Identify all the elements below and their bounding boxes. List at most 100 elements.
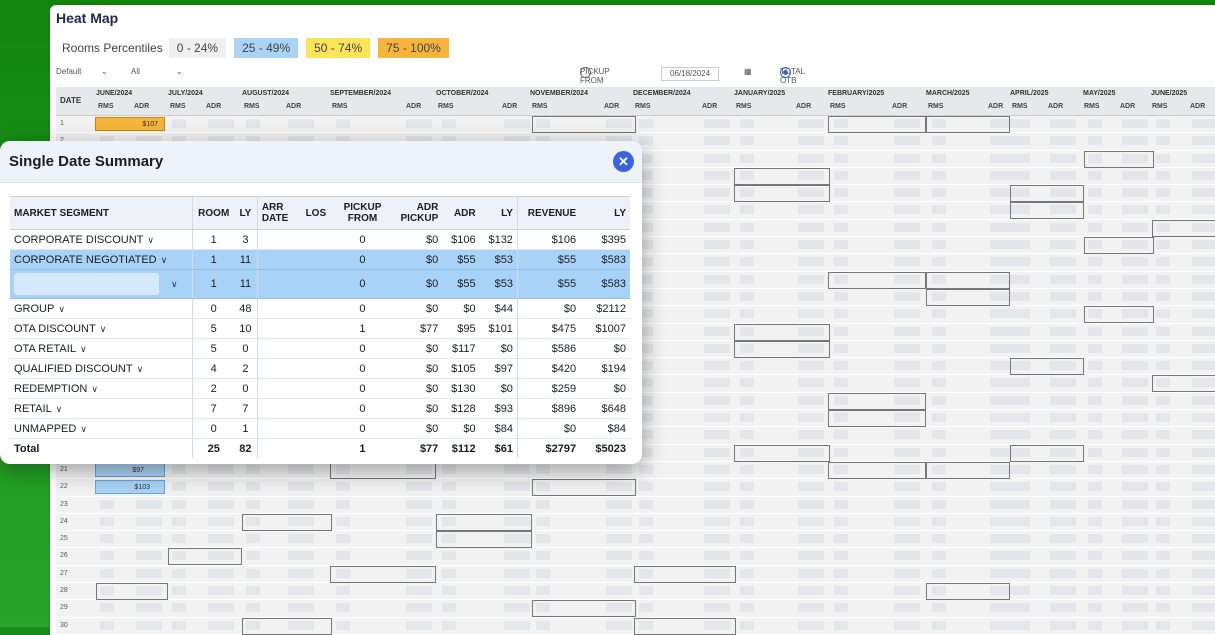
heat-cell[interactable] (172, 603, 186, 613)
heat-cell[interactable] (798, 482, 824, 492)
heat-cell[interactable] (740, 309, 754, 319)
selected-cell-outline[interactable] (634, 617, 736, 635)
heat-cell[interactable] (1050, 291, 1076, 301)
heat-cell[interactable] (1050, 534, 1076, 544)
heat-cell[interactable] (1050, 378, 1076, 388)
heat-cell[interactable] (208, 119, 234, 128)
heat-cell[interactable] (536, 568, 550, 578)
heat-cell[interactable] (990, 170, 1016, 180)
heat-cell[interactable] (932, 361, 946, 371)
heat-cell[interactable] (1050, 395, 1076, 405)
table-row[interactable]: 25 (56, 531, 1215, 549)
heat-cell[interactable] (246, 586, 260, 596)
heat-cell[interactable] (1016, 119, 1030, 128)
heat-cell[interactable] (1050, 170, 1076, 180)
heat-cell[interactable] (704, 153, 730, 163)
heat-cell[interactable] (639, 464, 653, 474)
heat-cell[interactable] (932, 499, 946, 509)
heat-cell[interactable] (1016, 586, 1030, 596)
heat-cell[interactable] (834, 188, 848, 198)
heat-cell[interactable] (1016, 291, 1030, 301)
heat-cell[interactable] (1192, 240, 1215, 250)
table-row[interactable]: OTA RETAIL ∨ 5 0 0 $0 $117 $0 $586 $0 (10, 338, 630, 359)
heat-cell[interactable] (990, 343, 1016, 353)
heat-cell[interactable] (740, 257, 754, 267)
heat-cell[interactable] (136, 516, 162, 526)
heat-cell[interactable] (1192, 620, 1215, 630)
heat-cell[interactable] (834, 257, 848, 267)
heat-cell[interactable] (100, 603, 114, 613)
heat-cell[interactable] (1192, 551, 1215, 561)
heat-cell[interactable] (208, 620, 234, 630)
heat-cell[interactable] (834, 136, 848, 146)
heat-cell[interactable] (1122, 395, 1148, 405)
table-row[interactable]: CORPORATE DISCOUNT ∨ 1 3 0 $0 $106 $132 $106 $395 (10, 229, 630, 250)
heat-cell[interactable] (1088, 413, 1102, 423)
heat-cell[interactable] (1192, 170, 1215, 180)
heat-cell[interactable] (704, 188, 730, 198)
heat-cell[interactable] (536, 551, 550, 561)
table-row[interactable]: QUALIFIED DISCOUNT ∨ 4 2 0 $0 $105 $97 $420 $194 (10, 358, 630, 379)
heat-cell[interactable] (932, 568, 946, 578)
heat-cell[interactable] (442, 119, 456, 128)
heat-cell[interactable] (504, 568, 530, 578)
heat-cell[interactable] (1192, 499, 1215, 509)
heat-cell[interactable] (1156, 482, 1170, 492)
selected-cell-outline[interactable] (634, 565, 736, 583)
heat-cell[interactable] (1016, 430, 1030, 440)
col-pickup-from[interactable]: PICKUP FROM (332, 196, 393, 230)
heat-cell[interactable] (990, 309, 1016, 319)
heat-cell[interactable] (336, 516, 350, 526)
heat-cell[interactable] (1122, 326, 1148, 336)
heat-cell[interactable] (172, 534, 186, 544)
heat-cell[interactable] (406, 499, 432, 509)
heat-cell[interactable] (1088, 343, 1102, 353)
heat-cell[interactable] (1192, 119, 1215, 128)
selected-cell-outline[interactable] (436, 531, 532, 549)
heat-cell[interactable] (1016, 136, 1030, 146)
col-market-segment[interactable]: MARKET SEGMENT (10, 196, 193, 230)
heat-cell[interactable] (798, 516, 824, 526)
heat-cell[interactable] (536, 464, 550, 474)
heat-cell[interactable] (1050, 464, 1076, 474)
heat-cell[interactable] (834, 291, 848, 301)
heat-cell[interactable] (536, 586, 550, 596)
heat-cell[interactable] (990, 378, 1016, 388)
calendar-icon[interactable]: ▦ (744, 67, 752, 76)
heat-cell[interactable] (1016, 534, 1030, 544)
heat-cell[interactable] (834, 568, 848, 578)
heat-cell[interactable] (990, 430, 1016, 440)
heat-cell[interactable] (834, 516, 848, 526)
heat-cell[interactable] (894, 153, 920, 163)
heat-cell[interactable] (834, 482, 848, 492)
heat-cell[interactable] (1016, 326, 1030, 336)
heat-cell[interactable] (172, 568, 186, 578)
heat-cell[interactable] (606, 551, 632, 561)
heat-cell[interactable] (1156, 119, 1170, 128)
heat-cell[interactable] (1156, 343, 1170, 353)
heat-cell[interactable] (704, 119, 730, 128)
heat-cell-medium[interactable]: $97 (95, 462, 165, 477)
heat-cell[interactable] (932, 240, 946, 250)
heat-cell[interactable] (704, 309, 730, 319)
selected-cell-outline[interactable] (926, 116, 1010, 133)
selected-cell-outline[interactable] (330, 461, 436, 479)
chevron-down-icon[interactable]: ⌄ (101, 67, 108, 76)
selected-cell-outline[interactable] (532, 479, 636, 497)
heat-cell[interactable] (894, 534, 920, 544)
heat-cell[interactable] (1050, 586, 1076, 596)
heat-cell[interactable] (894, 240, 920, 250)
heat-cell[interactable] (406, 516, 432, 526)
heat-cell[interactable] (894, 568, 920, 578)
heat-cell[interactable] (1016, 568, 1030, 578)
heat-cell[interactable] (704, 534, 730, 544)
heat-cell[interactable] (606, 534, 632, 544)
heat-cell[interactable] (208, 603, 234, 613)
heat-cell[interactable] (1192, 482, 1215, 492)
heat-cell[interactable] (1016, 343, 1030, 353)
heat-cell[interactable] (442, 482, 456, 492)
heat-cell[interactable] (704, 516, 730, 526)
heat-cell[interactable] (1050, 413, 1076, 423)
heat-cell[interactable] (1156, 516, 1170, 526)
heat-cell[interactable] (894, 430, 920, 440)
